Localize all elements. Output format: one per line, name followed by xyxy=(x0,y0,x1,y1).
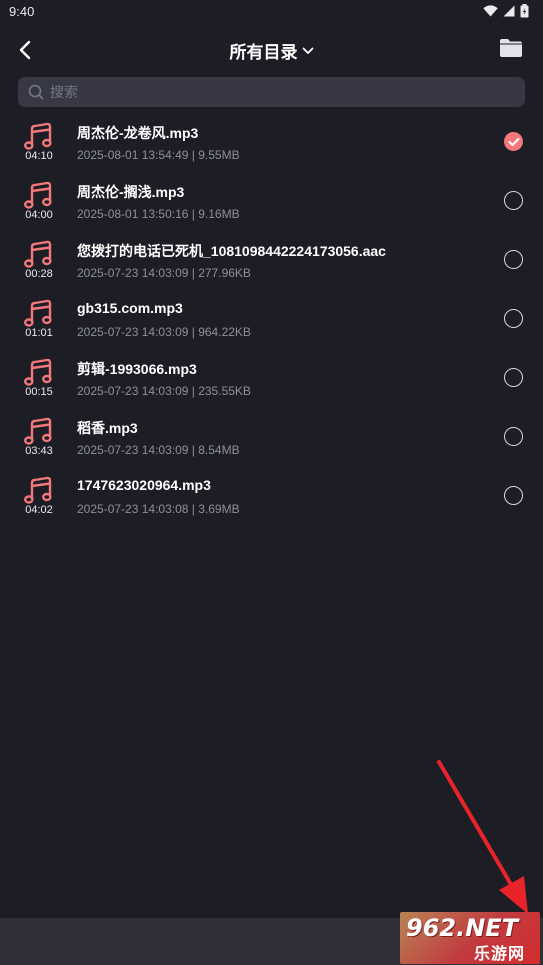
music-note-icon xyxy=(24,181,52,209)
folder-icon xyxy=(500,39,522,57)
select-checkbox-checked[interactable] xyxy=(504,132,523,151)
file-name: 剪辑-1993066.mp3 xyxy=(77,361,197,377)
file-list: 04:10 周杰伦-龙卷风.mp3 2025-08-01 13:54:49 | … xyxy=(0,112,543,525)
music-note-icon xyxy=(24,417,52,445)
search-box[interactable] xyxy=(18,77,525,107)
status-icons xyxy=(483,4,529,18)
file-row[interactable]: 04:10 周杰伦-龙卷风.mp3 2025-08-01 13:54:49 | … xyxy=(0,112,543,171)
file-duration: 04:10 xyxy=(25,150,53,162)
header: 所有目录 xyxy=(0,28,543,72)
music-note-icon xyxy=(24,299,52,327)
folder-button[interactable] xyxy=(499,38,525,62)
select-checkbox[interactable] xyxy=(504,427,523,446)
file-name: 周杰伦-龙卷风.mp3 xyxy=(77,125,199,141)
music-note-icon xyxy=(24,240,52,268)
file-duration: 03:43 xyxy=(25,445,53,457)
directory-selector[interactable]: 所有目录 xyxy=(0,38,543,63)
search-icon xyxy=(28,84,44,100)
page-title: 所有目录 xyxy=(229,43,298,62)
status-time: 9:40 xyxy=(9,4,35,19)
file-duration: 00:15 xyxy=(25,386,53,398)
file-row[interactable]: 01:01 gb315.com.mp3 2025-07-23 14:03:09 … xyxy=(0,289,543,348)
checkmark-icon xyxy=(508,137,519,146)
select-checkbox[interactable] xyxy=(504,191,523,210)
file-name: gb315.com.mp3 xyxy=(77,300,183,316)
music-note-icon xyxy=(24,122,52,150)
file-duration: 04:00 xyxy=(25,209,53,221)
file-duration: 04:02 xyxy=(25,504,53,516)
file-meta: 2025-08-01 13:50:16 | 9.16MB xyxy=(77,207,240,221)
battery-icon xyxy=(520,4,529,18)
file-meta: 2025-07-23 14:03:09 | 277.96KB xyxy=(77,266,251,280)
file-row[interactable]: 00:28 您拨打的电话已死机_1081098442224173056.aac … xyxy=(0,230,543,289)
status-bar: 9:40 xyxy=(0,0,543,24)
music-note-icon xyxy=(24,476,52,504)
file-name: 1747623020964.mp3 xyxy=(77,477,211,493)
file-duration: 00:28 xyxy=(25,268,53,280)
chevron-down-icon xyxy=(302,47,313,54)
file-meta: 2025-08-01 13:54:49 | 9.55MB xyxy=(77,148,240,162)
file-row[interactable]: 03:43 稻香.mp3 2025-07-23 14:03:09 | 8.54M… xyxy=(0,407,543,466)
select-checkbox[interactable] xyxy=(504,368,523,387)
file-meta: 2025-07-23 14:03:09 | 235.55KB xyxy=(77,384,251,398)
file-meta: 2025-07-23 14:03:09 | 964.22KB xyxy=(77,325,251,339)
file-name: 稻香.mp3 xyxy=(77,420,138,436)
signal-icon xyxy=(503,5,515,17)
file-name: 您拨打的电话已死机_1081098442224173056.aac xyxy=(77,243,386,259)
watermark-site-name: 乐游网 xyxy=(474,946,526,963)
file-meta: 2025-07-23 14:03:09 | 8.54MB xyxy=(77,443,240,457)
select-checkbox[interactable] xyxy=(504,309,523,328)
file-row[interactable]: 04:02 1747623020964.mp3 2025-07-23 14:03… xyxy=(0,466,543,525)
select-checkbox[interactable] xyxy=(504,250,523,269)
watermark-domain: 962.NET xyxy=(406,914,519,942)
file-duration: 01:01 xyxy=(25,327,53,339)
file-row[interactable]: 04:00 周杰伦-搁浅.mp3 2025-08-01 13:50:16 | 9… xyxy=(0,171,543,230)
search-input[interactable] xyxy=(50,84,490,100)
music-note-icon xyxy=(24,358,52,386)
wifi-icon xyxy=(483,5,498,17)
file-row[interactable]: 00:15 剪辑-1993066.mp3 2025-07-23 14:03:09… xyxy=(0,348,543,407)
file-meta: 2025-07-23 14:03:08 | 3.69MB xyxy=(77,502,240,516)
file-name: 周杰伦-搁浅.mp3 xyxy=(77,184,185,200)
select-checkbox[interactable] xyxy=(504,486,523,505)
watermark-logo: 962.NET 乐游网 xyxy=(400,912,540,964)
